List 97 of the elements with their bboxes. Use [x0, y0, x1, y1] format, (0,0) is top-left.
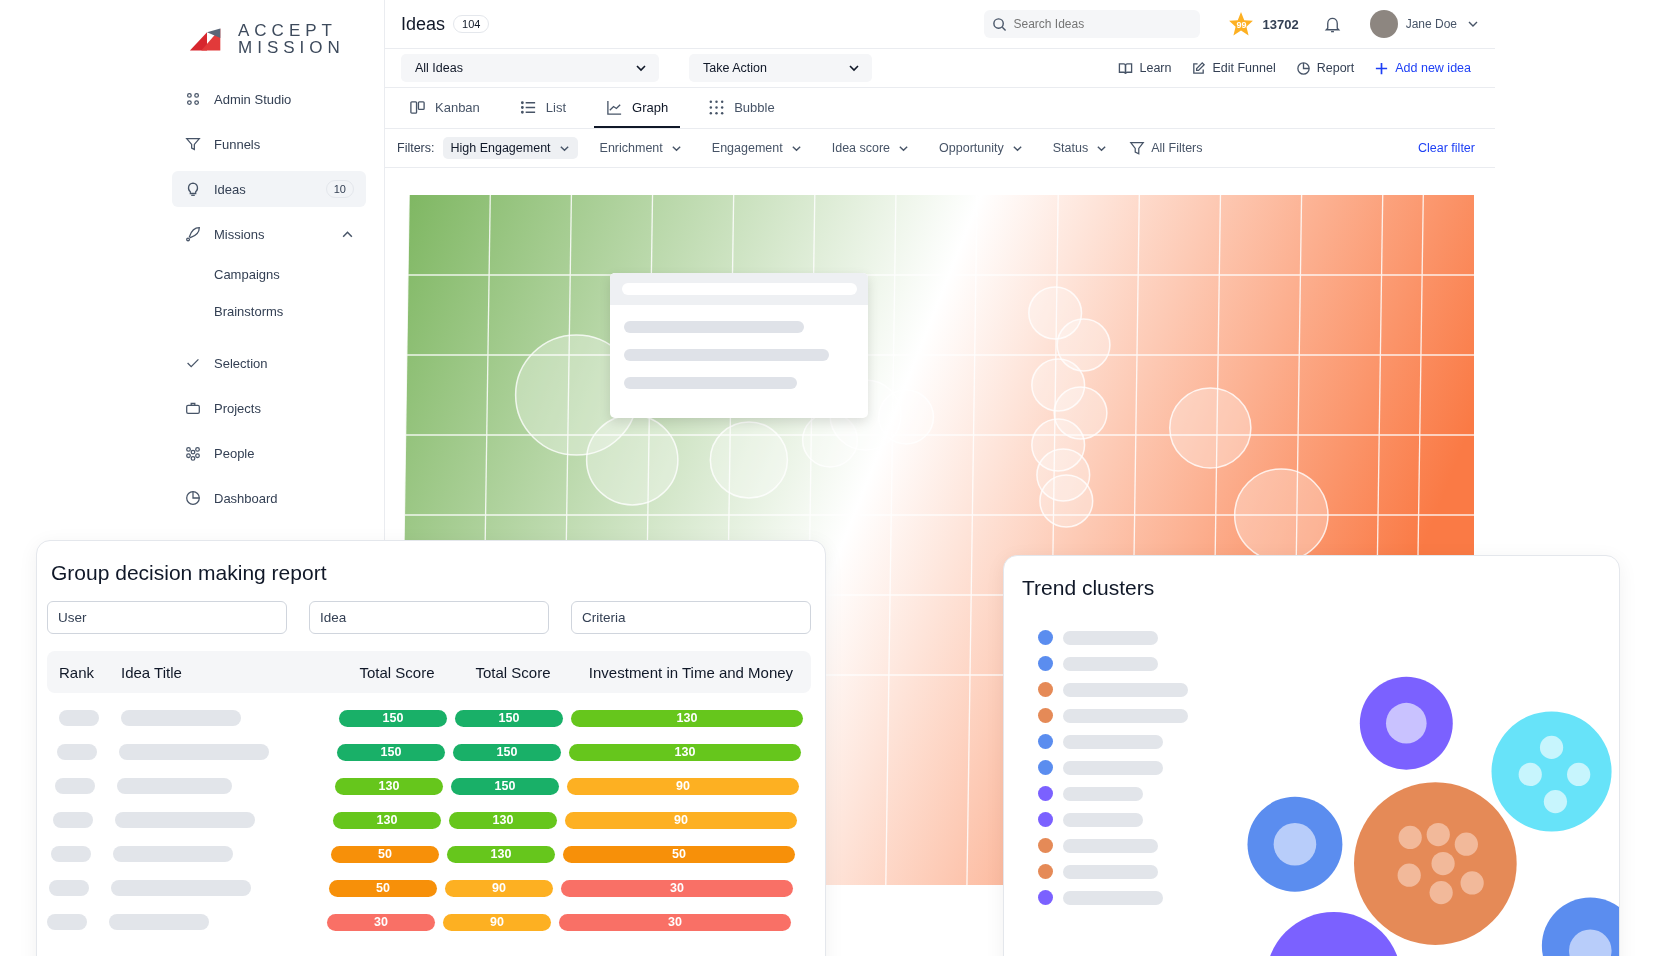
score-pill: 130: [569, 743, 801, 761]
nav-item[interactable]: Dashboard: [172, 480, 366, 516]
columns-icon: [409, 98, 426, 116]
column-header: Total Score: [358, 663, 436, 681]
toolbar-link[interactable]: Report: [1316, 61, 1355, 75]
filter-input[interactable]: Idea: [309, 601, 549, 634]
column-header: Investment in Time and Money: [587, 663, 795, 681]
bubble: [1028, 286, 1083, 340]
score-pill: 150: [453, 743, 561, 761]
score-pill: 130: [449, 811, 557, 829]
view-tab[interactable]: Kanban: [397, 88, 492, 128]
placeholder-bar: [51, 846, 91, 862]
chevron-down-icon: [635, 62, 647, 74]
filter-dropdown[interactable]: Opportunity: [931, 137, 1031, 159]
score-pill: 50: [329, 879, 437, 897]
score-pill: 30: [327, 913, 435, 931]
rocket-icon: [184, 225, 202, 243]
toolbar-link[interactable]: Learn: [1139, 61, 1172, 75]
page-title: Ideas: [401, 13, 446, 35]
filter-dropdown[interactable]: High Engagement: [442, 137, 578, 159]
plus-icon: [1374, 60, 1390, 76]
view-tab[interactable]: Graph: [594, 88, 681, 128]
nav-item[interactable]: Ideas 10: [172, 171, 366, 207]
dot-grid-icon: [708, 98, 726, 116]
nav-item[interactable]: Selection: [172, 345, 366, 381]
search-icon: [992, 17, 1008, 32]
bubble: [1039, 474, 1094, 528]
clear-filter-link[interactable]: Clear filter: [1418, 141, 1475, 155]
pie-chart-icon: [1295, 60, 1311, 76]
score-pill: 90: [445, 879, 553, 897]
people-icon: [184, 444, 202, 462]
score-pill: 50: [331, 845, 439, 863]
filters-label: Filters:: [397, 141, 435, 155]
score-pill: 130: [335, 777, 443, 795]
filter-dropdown[interactable]: Engagement: [703, 137, 810, 159]
pie-chart-icon: [184, 489, 202, 507]
book-icon: [1118, 60, 1134, 76]
search-field[interactable]: Search Ideas: [984, 10, 1201, 38]
line-chart-icon: [606, 98, 624, 116]
bubble: [1056, 318, 1111, 372]
all-filters-button[interactable]: All Filters: [1129, 140, 1203, 156]
toolbar-link[interactable]: Edit Funnel: [1212, 61, 1276, 75]
logo-text: MISSION: [238, 39, 345, 56]
column-header: Rank: [59, 663, 96, 681]
points-count: 13702: [1262, 16, 1299, 32]
nav-subitem[interactable]: Campaigns: [172, 261, 366, 289]
view-tab[interactable]: List: [507, 88, 579, 128]
filter-input[interactable]: Criteria: [571, 601, 811, 634]
score-pill: 90: [443, 913, 551, 931]
score-pill: 90: [565, 811, 797, 829]
score-pill: 150: [451, 777, 559, 795]
placeholder-bar: [59, 710, 99, 726]
trend-title: Trend clusters: [1022, 576, 1156, 600]
placeholder-bar: [49, 880, 89, 896]
chevron-down-icon: [848, 62, 860, 74]
avatar[interactable]: [1369, 10, 1398, 38]
filter-dropdown[interactable]: Idea score: [823, 137, 918, 159]
score-pill: 30: [561, 879, 793, 897]
report-title: Group decision making report: [51, 561, 328, 585]
filter-input[interactable]: User: [47, 601, 287, 634]
dropdown[interactable]: All Ideas: [401, 54, 659, 82]
score-pill: 90: [567, 777, 799, 795]
nav-item[interactable]: Admin Studio: [172, 81, 366, 117]
filter-dropdown[interactable]: Enrichment: [591, 137, 690, 159]
placeholder-bar: [53, 812, 93, 828]
add-idea-link[interactable]: Add new idea: [1395, 61, 1471, 75]
nav-item[interactable]: Projects: [172, 390, 366, 426]
bubble: [1053, 386, 1108, 440]
nav-item[interactable]: Funnels: [172, 126, 366, 162]
edit-icon: [1191, 60, 1207, 76]
view-tab[interactable]: Bubble: [696, 88, 787, 128]
column-header: Idea Title: [121, 663, 183, 681]
score-pill: 150: [337, 743, 445, 761]
nav-item[interactable]: Missions: [172, 216, 366, 252]
bubble: [1031, 358, 1086, 412]
placeholder-bar: [55, 778, 95, 794]
funnel-icon: [184, 135, 202, 153]
filter-dropdown[interactable]: Status: [1044, 137, 1116, 159]
score-pill: 130: [333, 811, 441, 829]
list-icon: [519, 98, 537, 116]
score-pill: 150: [455, 709, 563, 727]
placeholder-bar: [57, 744, 97, 760]
score-pill: 130: [447, 845, 555, 863]
nav-subitem[interactable]: Brainstorms: [172, 298, 366, 326]
score-pill: 130: [571, 709, 803, 727]
apps-icon: [184, 90, 202, 108]
logo-text: ACCEPT: [238, 22, 338, 39]
score-pill: 150: [339, 709, 447, 727]
column-header: Total Score: [474, 663, 552, 681]
funnel-icon: [1129, 140, 1146, 156]
dropdown[interactable]: Take Action: [689, 54, 872, 82]
user-name[interactable]: Jane Doe: [1405, 17, 1457, 31]
star-badge: 99: [1228, 11, 1255, 37]
nav-item[interactable]: People: [172, 435, 366, 471]
score-pill: 50: [563, 845, 795, 863]
score-pill: 30: [559, 913, 791, 931]
placeholder-bar: [47, 914, 87, 930]
